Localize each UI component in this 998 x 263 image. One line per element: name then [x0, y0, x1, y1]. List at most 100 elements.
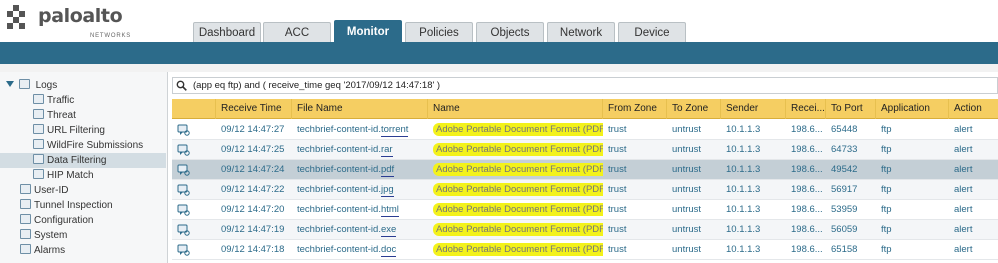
to-zone-cell: untrust: [672, 164, 702, 175]
sidebar-item-label: Tunnel Inspection: [34, 200, 113, 211]
log-detail-icon[interactable]: [177, 184, 190, 196]
sender-cell: 10.1.1.3: [726, 124, 761, 135]
table-row[interactable]: 09/12 14:47:20 techbrief-content-id.html A…: [172, 200, 998, 220]
column-header-from-zone[interactable]: From Zone: [604, 99, 667, 119]
from-zone-cell: trust: [608, 204, 627, 215]
sidebar-item-tunnel-inspection[interactable]: Tunnel Inspection: [0, 198, 166, 213]
column-header-receive-time[interactable]: Receive Time: [217, 99, 292, 119]
column-header-sender[interactable]: Sender: [722, 99, 786, 119]
filter-input[interactable]: (app eq ftp) and ( receive_time geq '201…: [172, 77, 998, 94]
wildfire-icon: [33, 139, 44, 149]
tab-dashboard[interactable]: Dashboard: [193, 22, 261, 42]
file-name-cell: techbrief-content-id.torrent: [293, 120, 428, 140]
column-header-name[interactable]: Name: [429, 99, 603, 119]
app-cell: ftp: [881, 164, 892, 175]
sidebar-item-user-id[interactable]: User-ID: [0, 183, 166, 198]
traffic-icon: [33, 94, 44, 104]
receiver-cell: 198.6...: [791, 124, 823, 135]
sidebar-group-logs[interactable]: Logs: [0, 78, 166, 93]
app-cell: ftp: [881, 184, 892, 195]
column-header-receiver[interactable]: Recei...: [787, 99, 826, 119]
sender-cell: 10.1.1.3: [726, 224, 761, 235]
sidebar-item-alarms[interactable]: Alarms: [0, 243, 166, 258]
log-detail-icon[interactable]: [177, 244, 190, 256]
column-header-action[interactable]: Action: [950, 99, 998, 119]
sidebar-item-threat[interactable]: Threat: [0, 108, 166, 123]
filter-query: (app eq ftp) and ( receive_time geq '201…: [193, 80, 441, 91]
log-detail-icon[interactable]: [177, 224, 190, 236]
action-cell: alert: [954, 204, 973, 215]
sidebar-item-label: Data Filtering: [47, 155, 107, 166]
log-detail-icon[interactable]: [177, 164, 190, 176]
tunnel-icon: [20, 199, 31, 209]
sidebar-item-configuration[interactable]: Configuration: [0, 213, 166, 228]
sidebar-item-url-filtering[interactable]: URL Filtering: [0, 123, 166, 138]
sidebar-item-label: User-ID: [34, 185, 69, 196]
tab-policies[interactable]: Policies: [405, 22, 473, 42]
sender-cell: 10.1.1.3: [726, 144, 761, 155]
sidebar-item-label: HIP Match: [47, 170, 94, 181]
sidebar-item-label: Configuration: [34, 215, 94, 226]
to-zone-cell: untrust: [672, 244, 702, 255]
log-detail-icon[interactable]: [177, 204, 190, 216]
from-zone-cell: trust: [608, 144, 627, 155]
log-detail-icon[interactable]: [177, 124, 190, 136]
table-row[interactable]: 09/12 14:47:18 techbrief-content-id.doc Ad…: [172, 240, 998, 260]
table-row[interactable]: 09/12 14:47:19 techbrief-content-id.exe Ad…: [172, 220, 998, 240]
receiver-cell: 198.6...: [791, 224, 823, 235]
tab-monitor[interactable]: Monitor: [334, 20, 402, 42]
log-detail-icon[interactable]: [177, 144, 190, 156]
table-row[interactable]: 09/12 14:47:27 techbrief-content-id.torre…: [172, 120, 998, 140]
paloalto-logo-icon: [7, 5, 25, 29]
sidebar-item-hip-match[interactable]: HIP Match: [0, 168, 166, 183]
time-cell: 09/12 14:47:22: [221, 184, 285, 195]
to-port-cell: 56059: [831, 224, 858, 235]
name-value: Adobe Portable Document Format (PDF): [433, 163, 603, 176]
tab-network[interactable]: Network: [547, 22, 615, 42]
time-cell: 09/12 14:47:20: [221, 204, 285, 215]
to-port-cell: 56917: [831, 184, 858, 195]
file-name-cell: techbrief-content-id.html: [293, 200, 428, 220]
tab-device[interactable]: Device: [618, 22, 686, 42]
action-cell: alert: [954, 244, 973, 255]
file-name-cell: techbrief-content-id.pdf: [293, 160, 428, 180]
hip-match-icon: [33, 169, 44, 179]
sidebar-item-data-filtering[interactable]: Data Filtering: [0, 153, 166, 168]
tab-acc[interactable]: ACC: [263, 22, 331, 42]
table-row[interactable]: 09/12 14:47:25 techbrief-content-id.rar Ad…: [172, 140, 998, 160]
to-zone-cell: untrust: [672, 144, 702, 155]
action-cell: alert: [954, 144, 973, 155]
url-filtering-icon: [33, 124, 44, 134]
table-row[interactable]: 09/12 14:47:22 techbrief-content-id.jpg Ad…: [172, 180, 998, 200]
name-value: Adobe Portable Document Format (PDF): [433, 203, 603, 216]
sidebar-group-label: Logs: [35, 80, 58, 91]
detail-cell: [172, 200, 216, 220]
logs-icon: [18, 79, 30, 89]
file-extension: jpg: [380, 184, 394, 197]
file-extension: pdf: [380, 164, 395, 177]
system-icon: [20, 229, 31, 239]
receiver-cell: 198.6...: [791, 184, 823, 195]
column-header-detail: [172, 99, 216, 119]
sender-cell: 10.1.1.3: [726, 184, 761, 195]
column-header-to-port[interactable]: To Port: [827, 99, 876, 119]
sidebar-item-traffic[interactable]: Traffic: [0, 93, 166, 108]
sidebar-item-wildfire-submissions[interactable]: WildFire Submissions: [0, 138, 166, 153]
app-cell: ftp: [881, 144, 892, 155]
column-header-to-zone[interactable]: To Zone: [668, 99, 721, 119]
detail-cell: [172, 180, 216, 200]
threat-icon: [33, 109, 44, 119]
alarms-icon: [20, 244, 31, 254]
file-name-cell: techbrief-content-id.doc: [293, 240, 428, 260]
column-header-file-name[interactable]: File Name: [293, 99, 428, 119]
sidebar-item-system[interactable]: System: [0, 228, 166, 243]
file-name-base: techbrief-content-id.: [297, 224, 381, 235]
column-header-application[interactable]: Application: [877, 99, 949, 119]
from-zone-cell: trust: [608, 124, 627, 135]
to-port-cell: 65158: [831, 244, 858, 255]
tab-objects[interactable]: Objects: [476, 22, 544, 42]
table-row[interactable]: 09/12 14:47:24 techbrief-content-id.pdf Ad…: [172, 160, 998, 180]
action-cell: alert: [954, 164, 973, 175]
brand-subtitle: NETWORKS: [90, 33, 132, 39]
sidebar: Logs Traffic Threat URL Filtering WildFi…: [0, 72, 168, 263]
